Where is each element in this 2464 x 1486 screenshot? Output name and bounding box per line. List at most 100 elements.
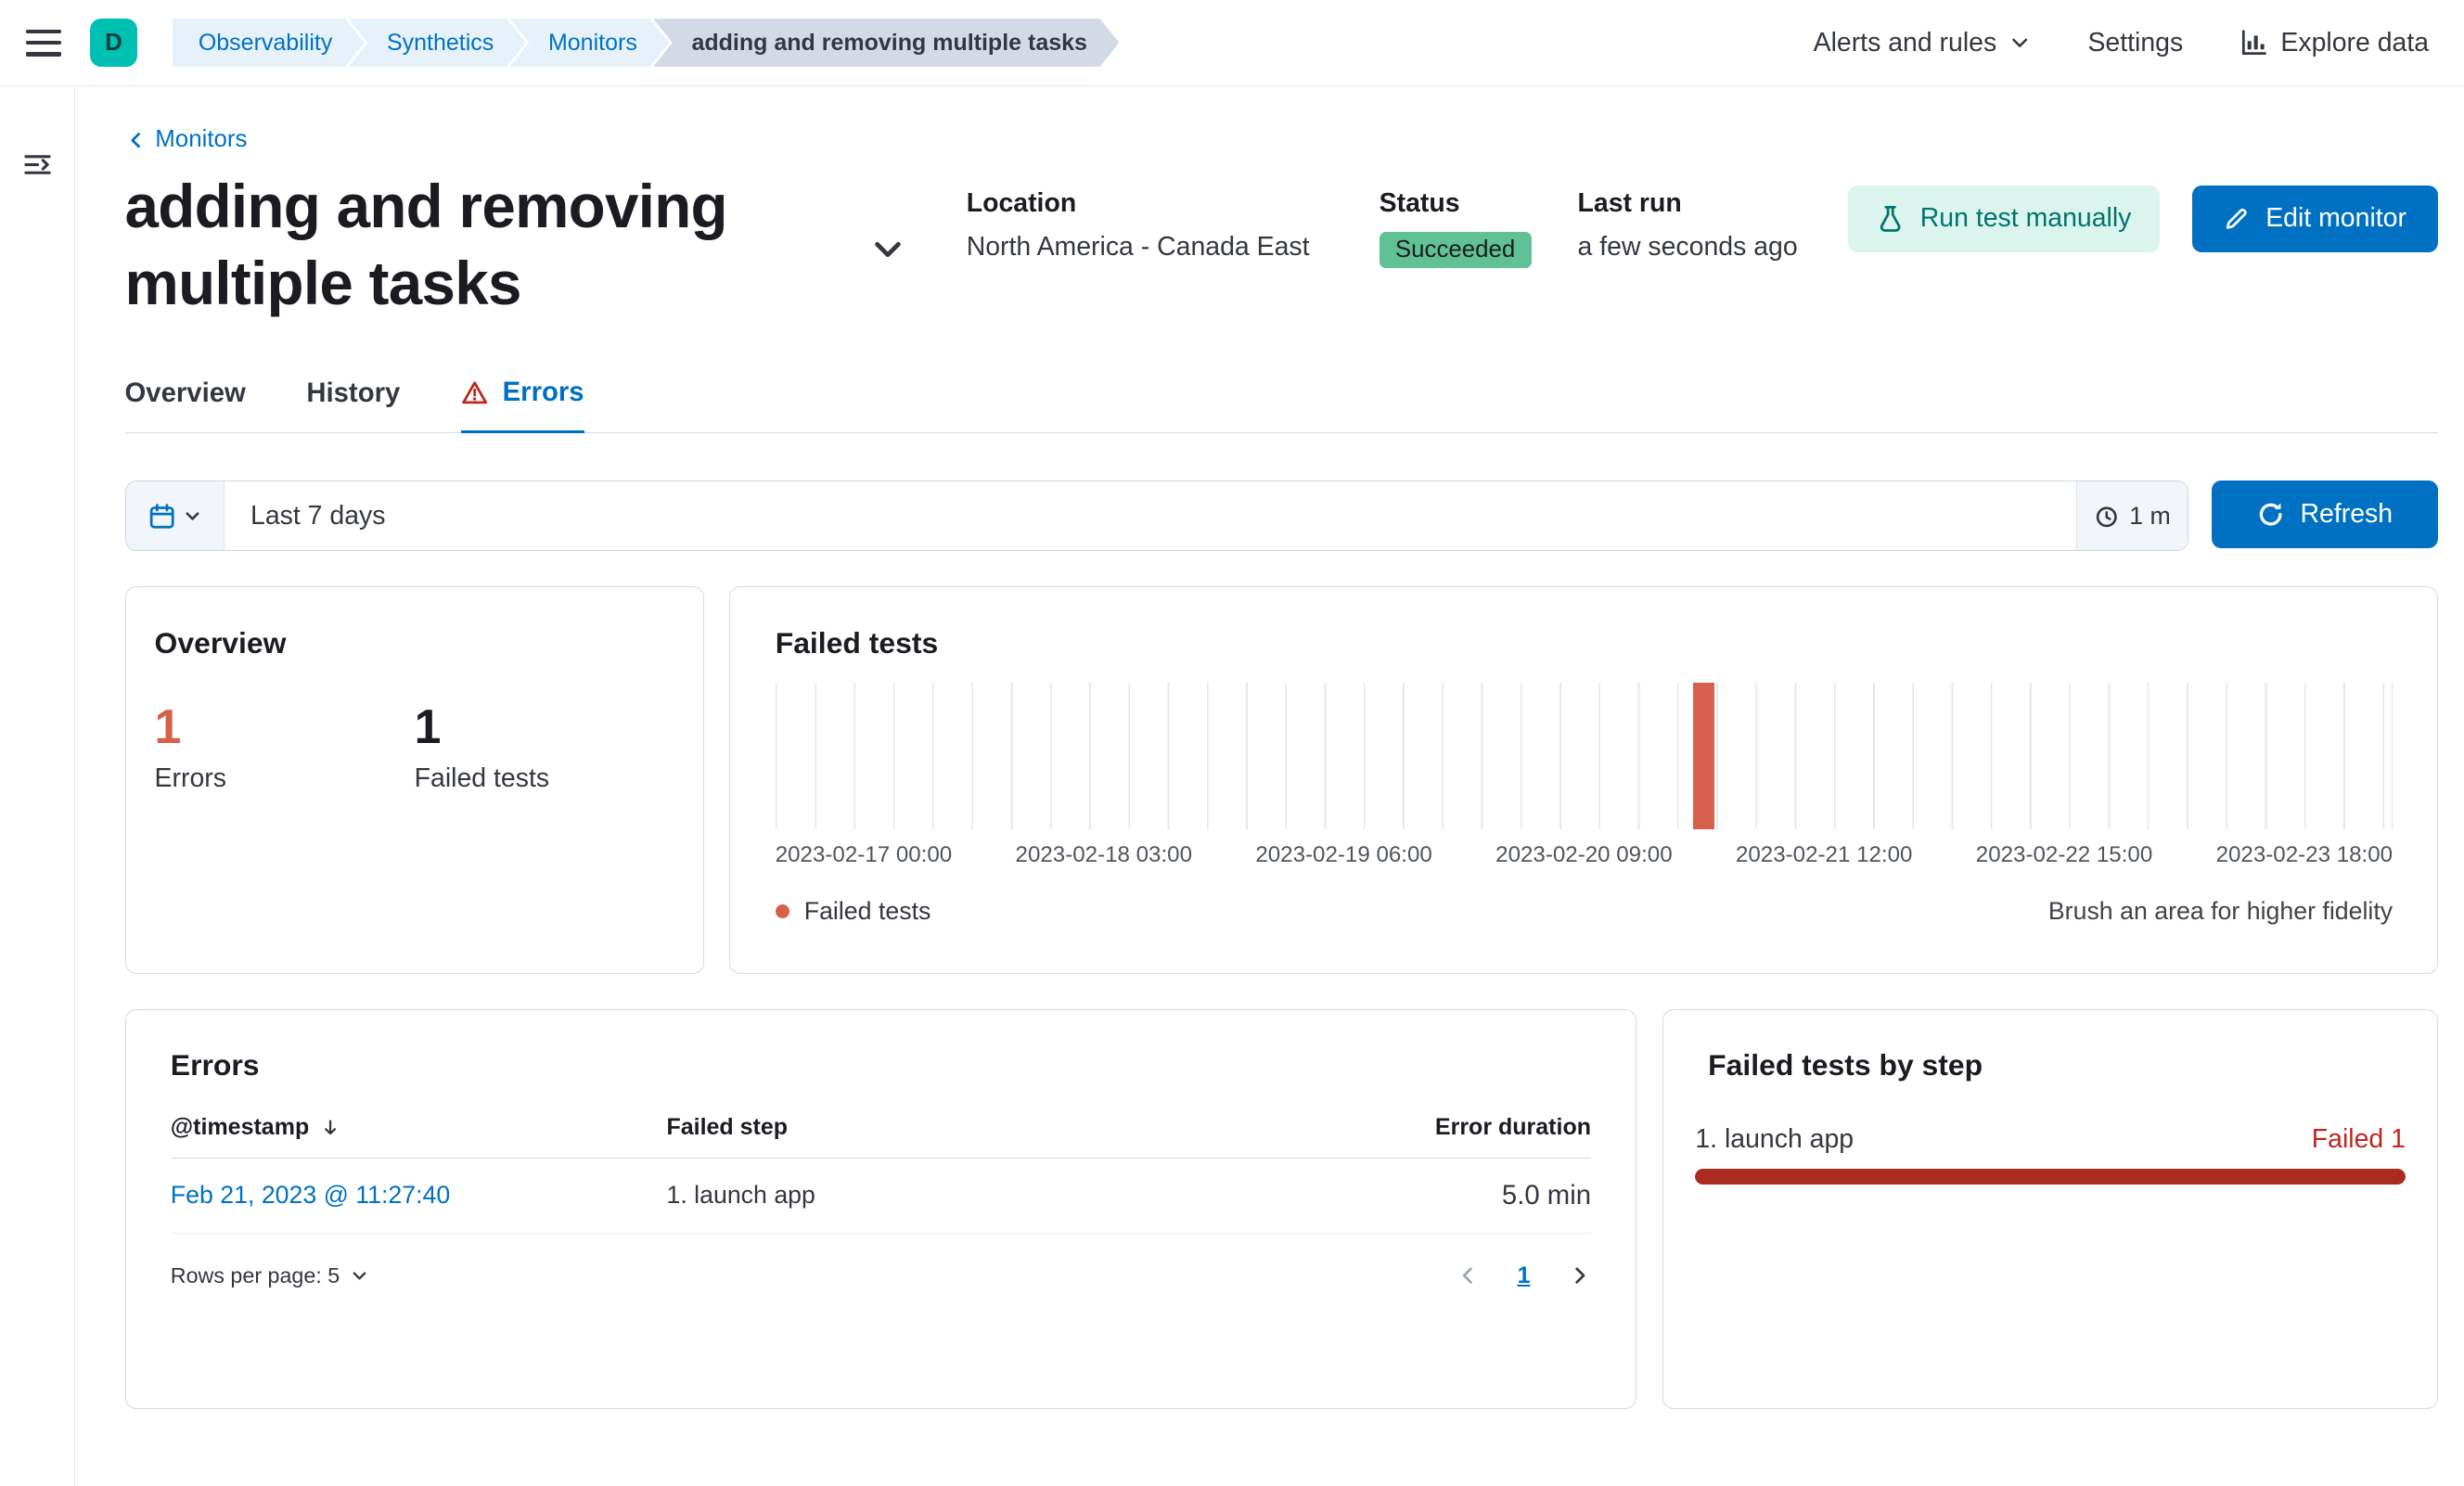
edit-monitor-button[interactable]: Edit monitor — [2191, 185, 2439, 253]
back-to-monitors-link[interactable]: Monitors — [125, 126, 248, 153]
date-quick-select-button[interactable] — [125, 481, 225, 551]
pencil-icon — [2227, 208, 2248, 229]
failed-tests-card: Failed tests 2023-02-17 00:00 2023-02-18… — [729, 586, 2439, 974]
menu-icon[interactable] — [25, 29, 61, 57]
next-page-button[interactable] — [1569, 1264, 1591, 1287]
tab-errors[interactable]: Errors — [460, 377, 584, 434]
failed-tests-card-title: Failed tests — [775, 625, 939, 660]
edit-monitor-label: Edit monitor — [2265, 203, 2406, 234]
legend-label: Failed tests — [803, 897, 931, 926]
legend-dot-icon — [775, 903, 790, 919]
breadcrumb-observability[interactable]: Observability — [173, 19, 365, 67]
location-meta: Location North America - Canada East — [967, 188, 1380, 268]
errors-card: Errors @timestamp Failed step Error dura… — [124, 1008, 1637, 1409]
monitor-actions: Run test manually Edit monitor — [1848, 169, 2439, 253]
x-tick: 2023-02-22 15:00 — [1975, 842, 2153, 868]
column-error-duration[interactable]: Error duration — [1287, 1114, 1591, 1141]
chevron-down-icon — [875, 241, 901, 257]
explore-data-link[interactable]: Explore data — [2240, 28, 2429, 58]
tab-overview[interactable]: Overview — [125, 377, 246, 431]
column-timestamp[interactable]: @timestamp — [171, 1114, 667, 1141]
overview-card-title: Overview — [154, 625, 287, 660]
refresh-icon — [2259, 503, 2282, 526]
failed-tests-bar[interactable] — [1693, 682, 1714, 830]
monitor-select-chevron[interactable] — [870, 225, 905, 267]
table-row: Feb 21, 2023 @ 11:27:40 1. launch app 5.… — [170, 1159, 1591, 1234]
alerts-and-rules-menu[interactable]: Alerts and rules — [1814, 28, 2031, 58]
main-content: Monitors adding and removing multiple ta… — [77, 88, 2464, 1486]
run-test-manually-label: Run test manually — [1919, 203, 2132, 234]
settings-link[interactable]: Settings — [2087, 28, 2183, 58]
chevron-left-icon — [1462, 1267, 1472, 1284]
refresh-interval-clock-icon — [2097, 506, 2118, 527]
summary-row: Overview 1 Errors 1 Failed tests Failed … — [124, 586, 2439, 974]
status-meta: Status Succeeded — [1379, 188, 1578, 269]
sort-descending-icon — [324, 1120, 336, 1135]
status-badge: Succeeded — [1379, 231, 1532, 269]
step-progress-fill — [1695, 1169, 2406, 1185]
x-tick: 2023-02-18 03:00 — [1015, 842, 1193, 868]
page-1-button[interactable]: 1 — [1518, 1262, 1531, 1289]
tab-errors-label: Errors — [502, 377, 584, 408]
errors-count-label: Errors — [154, 763, 226, 794]
last-run-label: Last run — [1577, 188, 1682, 219]
error-timestamp-link[interactable]: Feb 21, 2023 @ 11:27:40 — [171, 1181, 667, 1210]
column-failed-step[interactable]: Failed step — [666, 1114, 1287, 1141]
chevron-left-icon — [130, 132, 140, 147]
flask-icon — [1880, 206, 1901, 233]
status-label: Status — [1379, 188, 1460, 219]
chart-x-axis: 2023-02-17 00:00 2023-02-18 03:00 2023-0… — [776, 842, 2393, 868]
page-title: adding and removing multiple tasks — [124, 173, 728, 318]
details-row: Errors @timestamp Failed step Error dura… — [124, 1008, 2439, 1409]
breadcrumb-current: adding and removing multiple tasks — [653, 19, 1119, 67]
failed-tests-count-label: Failed tests — [414, 763, 550, 794]
refresh-interval-button[interactable]: 1 m — [2075, 481, 2188, 551]
breadcrumb-synthetics[interactable]: Synthetics — [349, 19, 526, 67]
x-tick: 2023-02-23 18:00 — [2215, 842, 2393, 868]
step-row: 1. launch app Failed 1 — [1695, 1124, 2406, 1155]
error-failed-step: 1. launch app — [666, 1181, 815, 1210]
table-footer: Rows per page: 5 1 — [171, 1262, 1591, 1289]
back-to-monitors-label: Monitors — [155, 126, 248, 153]
date-range-value[interactable]: Last 7 days — [225, 481, 2075, 550]
refresh-interval-value: 1 m — [2129, 501, 2171, 530]
rows-per-page-label: Rows per page: 5 — [170, 1262, 340, 1287]
x-tick: 2023-02-17 00:00 — [775, 842, 953, 868]
explore-data-label: Explore data — [2280, 27, 2430, 58]
last-run-meta: Last run a few seconds ago — [1578, 188, 1798, 268]
expand-sidebar-button[interactable] — [23, 148, 52, 180]
refresh-label: Refresh — [2300, 499, 2393, 530]
x-tick: 2023-02-21 12:00 — [1735, 842, 1913, 868]
failed-tests-by-step-card: Failed tests by step 1. launch app Faile… — [1662, 1008, 2439, 1409]
monitor-meta: Location North America - Canada East Sta… — [967, 169, 1798, 269]
explore-data-icon — [2242, 30, 2267, 56]
errors-count: 1 — [154, 698, 182, 753]
alerts-and-rules-label: Alerts and rules — [1813, 27, 1997, 58]
failed-tests-count: 1 — [414, 698, 442, 753]
refresh-button[interactable]: Refresh — [2211, 480, 2439, 548]
breadcrumb-monitors[interactable]: Monitors — [510, 19, 670, 67]
previous-page-button[interactable] — [1457, 1264, 1479, 1287]
location-label: Location — [966, 188, 1077, 219]
failed-tests-chart[interactable] — [775, 682, 2393, 830]
pagination: 1 — [1457, 1262, 1591, 1289]
collapsed-sidebar — [0, 87, 76, 1486]
x-tick: 2023-02-20 09:00 — [1495, 842, 1673, 868]
space-avatar[interactable]: D — [89, 19, 138, 67]
error-duration: 5.0 min — [1501, 1179, 1591, 1211]
chevron-down-icon — [2012, 38, 2028, 47]
location-value: North America - Canada East — [966, 231, 1310, 262]
tabs: Overview History Errors — [124, 377, 2439, 434]
tab-history[interactable]: History — [306, 377, 400, 431]
legend-failed-tests[interactable]: Failed tests — [775, 897, 931, 926]
x-tick: 2023-02-19 06:00 — [1255, 842, 1432, 868]
errors-card-title: Errors — [170, 1047, 260, 1082]
chevron-down-icon — [353, 1272, 366, 1280]
synthetics-monitor-errors-page: D Observability Synthetics Monitors addi… — [0, 0, 2464, 1486]
menu-open-icon — [23, 155, 51, 174]
failed-tests-stat: 1 Failed tests — [415, 698, 674, 794]
errors-table-header: @timestamp Failed step Error duration — [170, 1114, 1591, 1159]
run-test-manually-button[interactable]: Run test manually — [1848, 185, 2161, 253]
rows-per-page-button[interactable]: Rows per page: 5 — [171, 1263, 368, 1288]
monitor-summary-header: adding and removing multiple tasks Locat… — [125, 169, 2439, 322]
